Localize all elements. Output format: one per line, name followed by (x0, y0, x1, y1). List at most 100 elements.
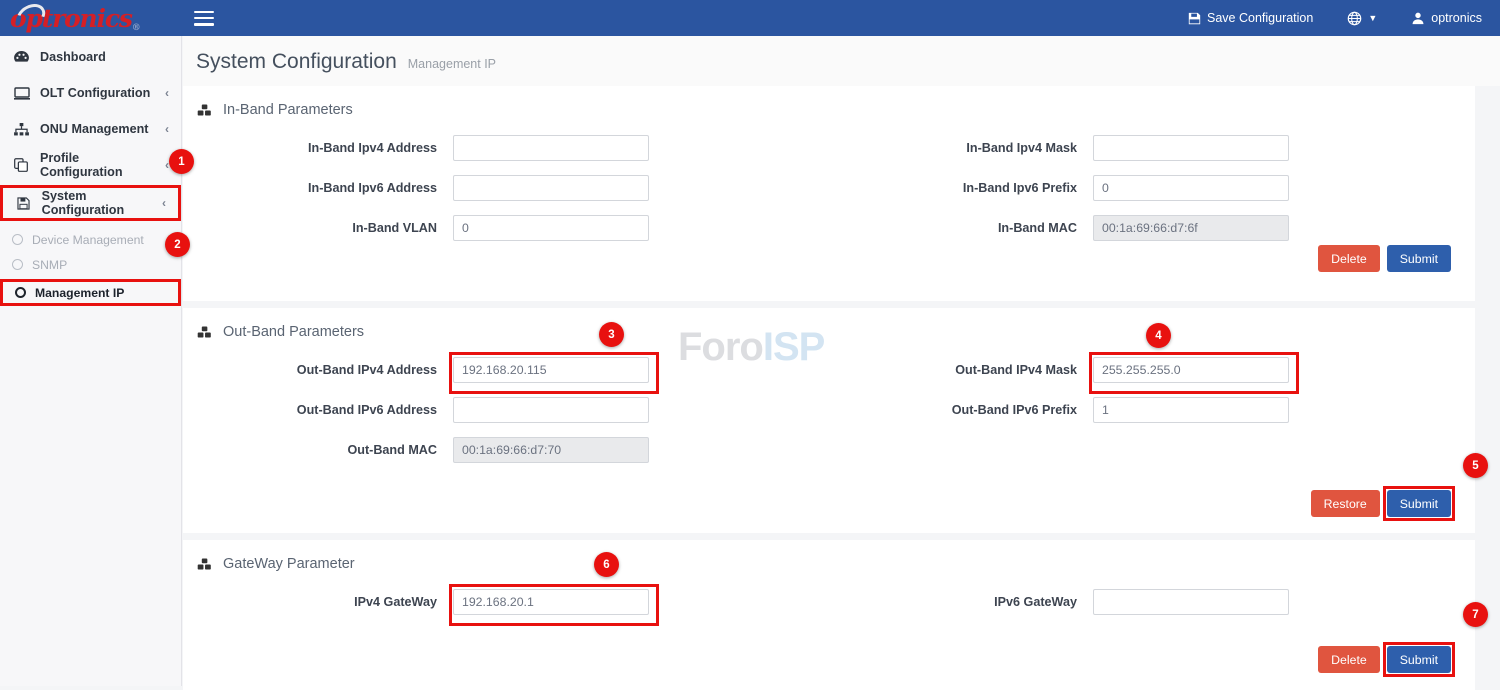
chevron-left-icon: ‹ (162, 196, 166, 210)
ipv6-gateway-input[interactable] (1093, 589, 1289, 615)
step-badge-7: 7 (1463, 602, 1488, 627)
sidebar-item-label: OLT Configuration (40, 86, 150, 100)
out-band-panel: Out-Band Parameters Out-Band IPv4 Addres… (183, 308, 1475, 533)
field-label: In-Band Ipv6 Address (183, 181, 453, 195)
user-menu[interactable]: optronics (1411, 11, 1482, 25)
field-label: Out-Band IPv4 Mask (823, 363, 1093, 377)
in-band-section-title: In-Band Parameters (183, 86, 1475, 118)
step-badge-4: 4 (1146, 323, 1171, 348)
in-band-form: In-Band Ipv4 Address In-Band Ipv4 Mask I… (183, 118, 1475, 248)
sidebar-subitem-label: SNMP (32, 258, 67, 272)
gateway-submit-button[interactable]: Submit (1387, 646, 1451, 673)
save-configuration-button[interactable]: Save Configuration (1188, 11, 1313, 25)
field-in-band-vlan: In-Band VLAN (183, 215, 823, 241)
gateway-form: IPv4 GateWay IPv6 GateWay (183, 572, 1475, 622)
field-label: Out-Band MAC (183, 443, 453, 457)
in-band-button-row: Delete Submit (1318, 245, 1451, 272)
brand-logo[interactable]: optronics® (0, 0, 182, 36)
field-label: In-Band Ipv6 Prefix (823, 181, 1093, 195)
sidebar-item-management-ip[interactable]: Management IP (0, 279, 181, 306)
sidebar-item-device-management[interactable]: Device Management (0, 227, 181, 252)
section-title-label: In-Band Parameters (223, 102, 353, 118)
in-band-delete-button[interactable]: Delete (1318, 245, 1380, 272)
in-band-submit-button[interactable]: Submit (1387, 245, 1451, 272)
field-control (1093, 589, 1289, 615)
step-badge-6: 6 (594, 552, 619, 577)
submit-button-wrap: Submit (1387, 245, 1451, 272)
sidebar-item-label: ONU Management (40, 122, 148, 136)
field-out-band-mac: Out-Band MAC (183, 437, 823, 463)
language-selector[interactable]: ▼ (1347, 11, 1377, 26)
save-icon (17, 197, 33, 210)
field-ipv4-gateway: IPv4 GateWay (183, 589, 823, 615)
field-out-band-ipv6-prefix: Out-Band IPv6 Prefix (823, 397, 1289, 423)
field-control (453, 135, 649, 161)
out-band-ipv4-mask-input[interactable] (1093, 357, 1289, 383)
gateway-panel: GateWay Parameter IPv4 GateWay IPv6 Gate… (183, 540, 1475, 690)
out-band-button-row: Restore Submit (1311, 490, 1451, 517)
floppy-disk-icon (1188, 12, 1201, 25)
sidebar-item-onu-management[interactable]: ONU Management ‹ (0, 111, 181, 147)
dashboard-icon (14, 51, 31, 64)
in-band-ipv6-prefix-input[interactable] (1093, 175, 1289, 201)
field-control (1093, 357, 1289, 383)
in-band-panel: In-Band Parameters In-Band Ipv4 Address … (183, 86, 1475, 301)
field-in-band-ipv4-mask: In-Band Ipv4 Mask (823, 135, 1289, 161)
sidebar-item-snmp[interactable]: SNMP (0, 252, 181, 277)
sidebar-item-olt-configuration[interactable]: OLT Configuration ‹ (0, 75, 181, 111)
field-label: In-Band VLAN (183, 221, 453, 235)
in-band-vlan-input[interactable] (453, 215, 649, 241)
field-control (453, 357, 649, 383)
gateway-delete-button[interactable]: Delete (1318, 646, 1380, 673)
field-out-band-ipv6-address: Out-Band IPv6 Address (183, 397, 823, 423)
field-in-band-ipv6-prefix: In-Band Ipv6 Prefix (823, 175, 1289, 201)
field-label: In-Band Ipv4 Address (183, 141, 453, 155)
restore-button-wrap: Restore (1311, 490, 1380, 517)
delete-button-wrap: Delete (1318, 646, 1380, 673)
delete-button-wrap: Delete (1318, 245, 1380, 272)
submit-button-wrap: Submit (1387, 490, 1451, 517)
field-label: IPv6 GateWay (823, 595, 1093, 609)
in-band-ipv6-address-input[interactable] (453, 175, 649, 201)
registered-mark-icon: ® (132, 23, 140, 33)
main-content: System Configuration Management IP In-Ba… (183, 36, 1500, 686)
in-band-ipv4-mask-input[interactable] (1093, 135, 1289, 161)
field-control (1093, 215, 1289, 241)
submit-button-wrap: Submit (1387, 646, 1451, 673)
field-label: IPv4 GateWay (183, 595, 453, 609)
field-out-band-ipv4-mask: Out-Band IPv4 Mask (823, 357, 1289, 383)
sidebar-subitem-label: Device Management (32, 233, 144, 247)
field-label: Out-Band IPv6 Address (183, 403, 453, 417)
chevron-down-icon: ▼ (1368, 13, 1377, 23)
sidebar-item-system-configuration[interactable]: System Configuration ‹ (0, 185, 181, 221)
out-band-restore-button[interactable]: Restore (1311, 490, 1380, 517)
top-header: optronics® Save Configuration ▼ optroni (0, 0, 1500, 36)
step-badge-5: 5 (1463, 453, 1488, 478)
sidebar-toggle-icon[interactable] (194, 11, 214, 26)
field-ipv6-gateway: IPv6 GateWay (823, 589, 1289, 615)
field-out-band-ipv4-address: Out-Band IPv4 Address (183, 357, 823, 383)
field-in-band-mac: In-Band MAC (823, 215, 1289, 241)
out-band-ipv6-prefix-input[interactable] (1093, 397, 1289, 423)
cubes-icon (197, 558, 214, 571)
out-band-ipv4-address-input[interactable] (453, 357, 649, 383)
chevron-left-icon: ‹ (165, 86, 169, 100)
out-band-section-title: Out-Band Parameters (183, 308, 1475, 340)
field-label: Out-Band IPv4 Address (183, 363, 453, 377)
field-control (453, 215, 649, 241)
sidebar-item-profile-configuration[interactable]: Profile Configuration ‹ (0, 147, 181, 183)
field-control (1093, 135, 1289, 161)
field-control (1093, 175, 1289, 201)
ipv4-gateway-input[interactable] (453, 589, 649, 615)
step-badge-2: 2 (165, 232, 190, 257)
gateway-section-title: GateWay Parameter (183, 540, 1475, 572)
field-label: In-Band MAC (823, 221, 1093, 235)
in-band-ipv4-address-input[interactable] (453, 135, 649, 161)
section-title-label: GateWay Parameter (223, 556, 355, 572)
radio-circle-icon (12, 234, 23, 245)
out-band-ipv6-address-input[interactable] (453, 397, 649, 423)
radio-circle-icon (15, 287, 26, 298)
out-band-submit-button[interactable]: Submit (1387, 490, 1451, 517)
sidebar-item-dashboard[interactable]: Dashboard (0, 39, 181, 75)
radio-circle-icon (12, 259, 23, 270)
